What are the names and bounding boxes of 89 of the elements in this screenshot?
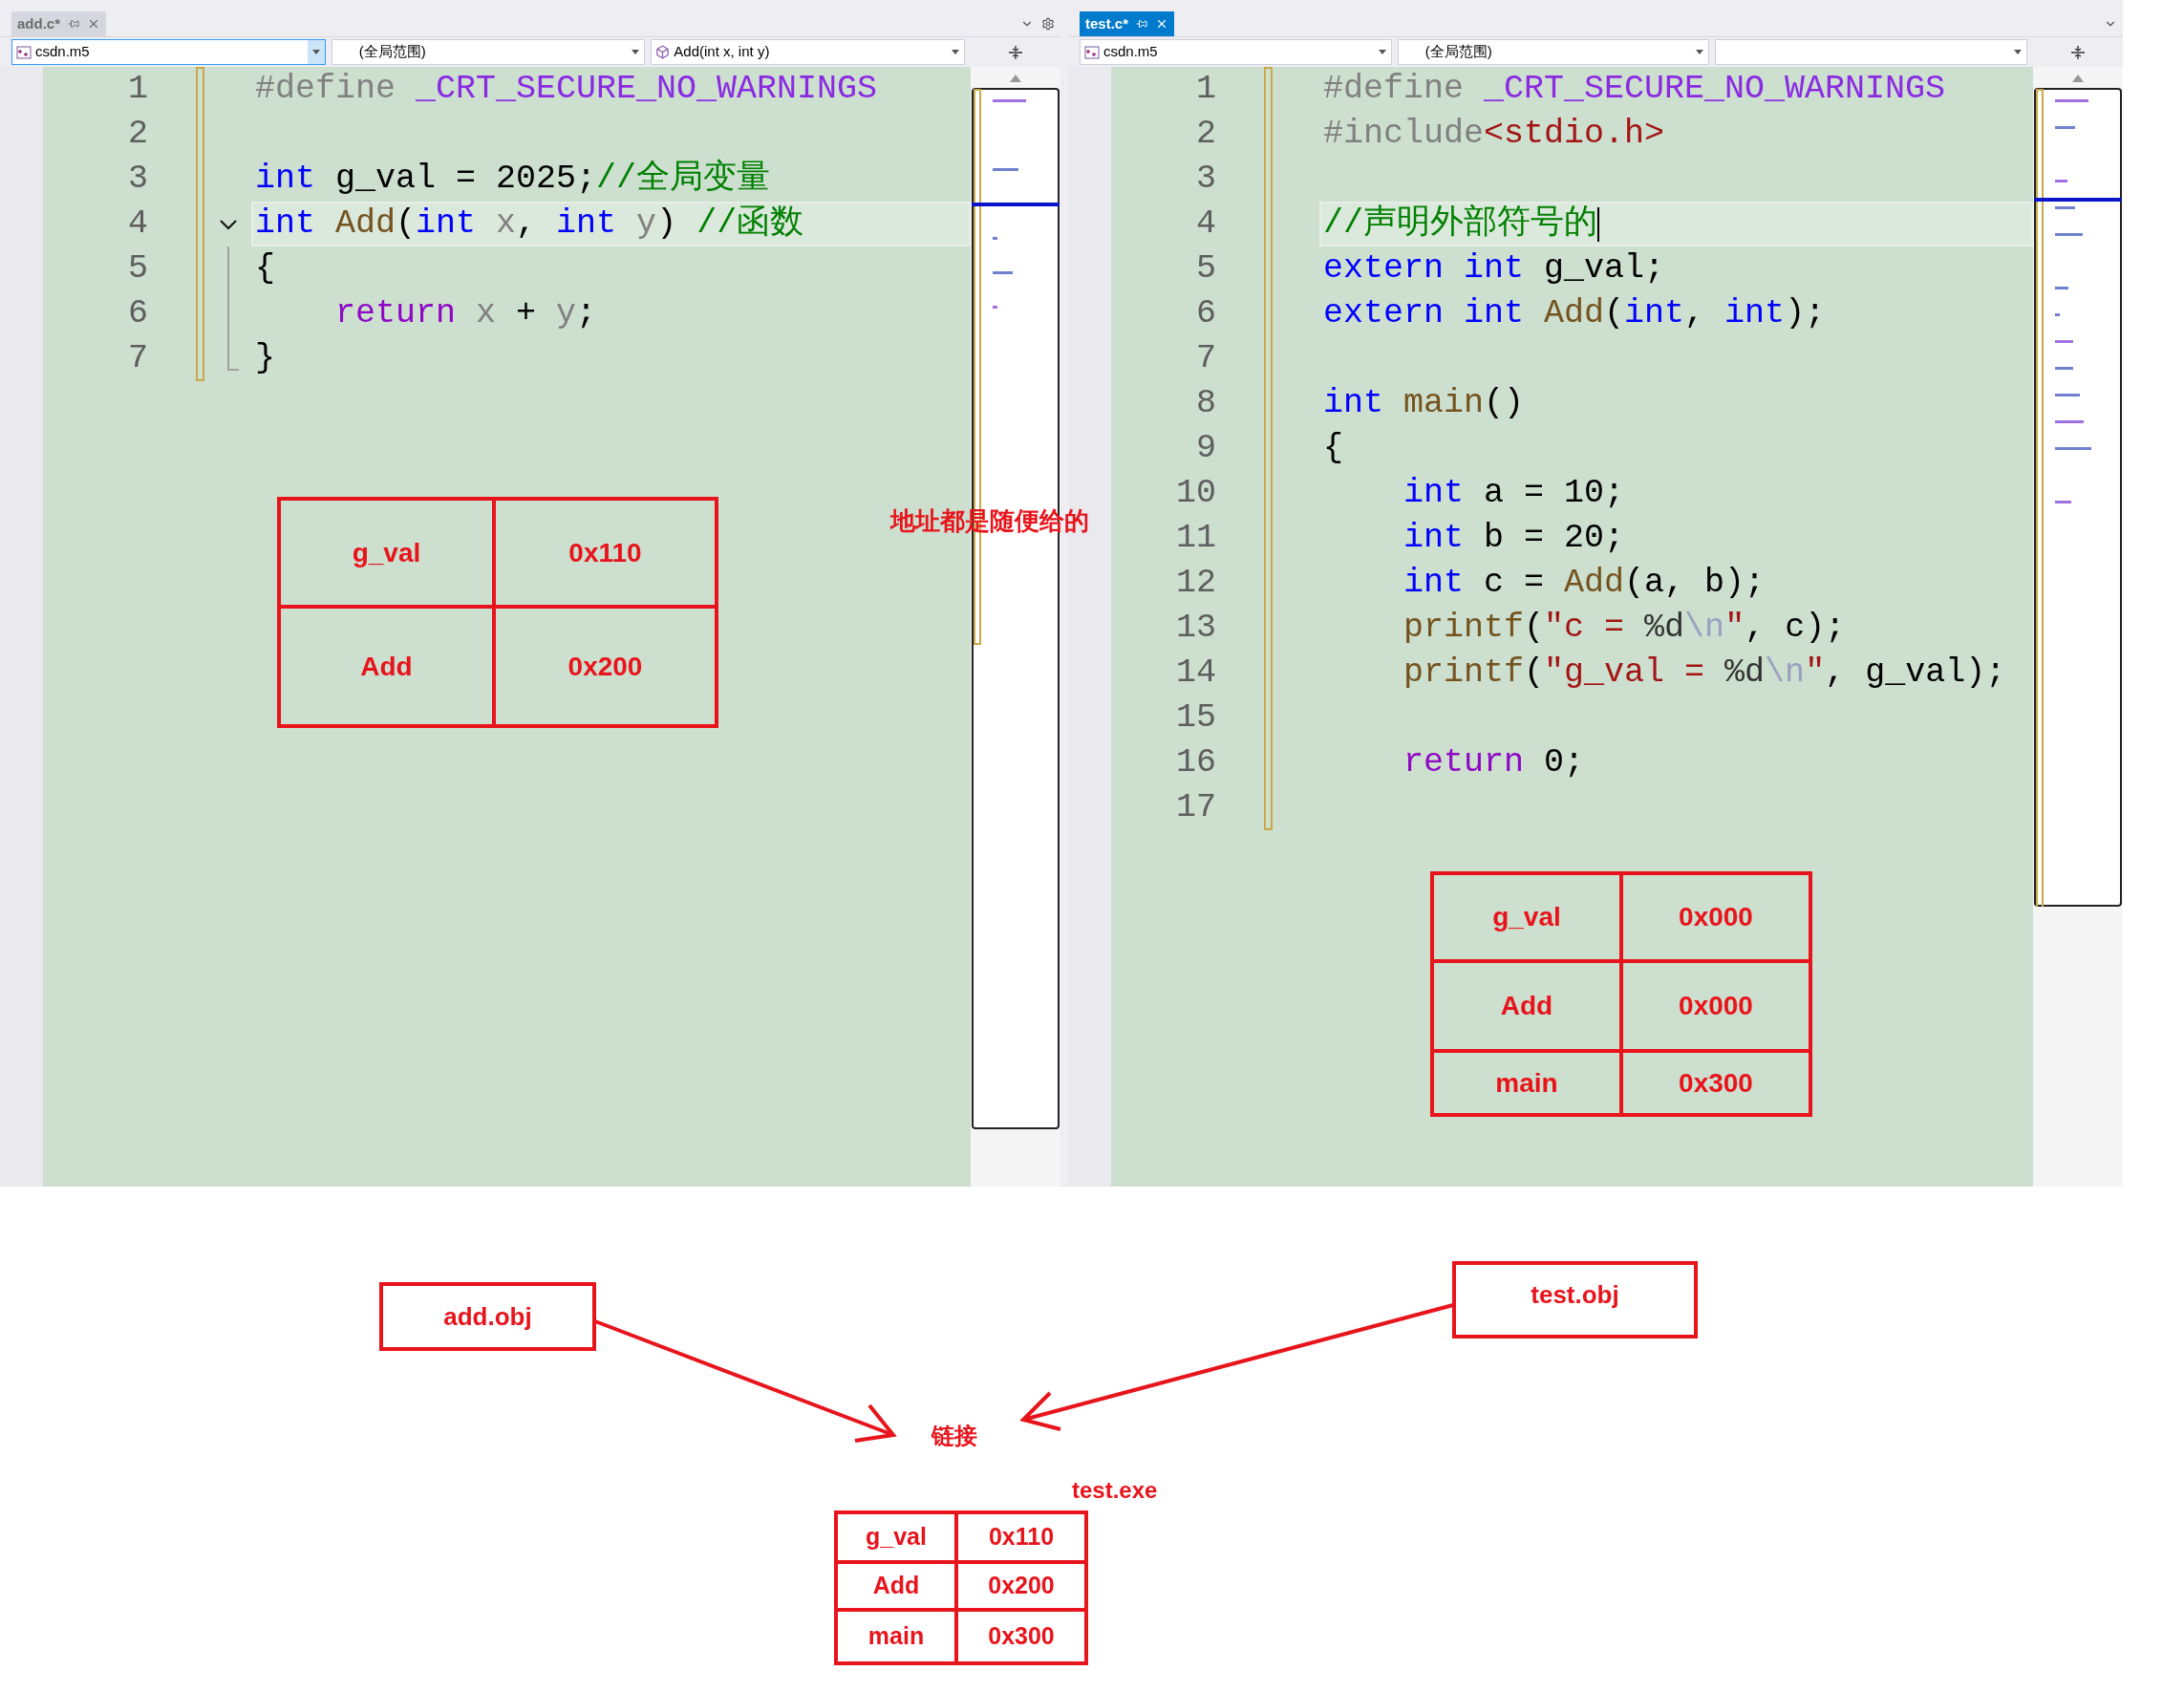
object-file-box: add.obj (379, 1282, 596, 1351)
table-cell: Add (281, 609, 496, 724)
line-number: 14 (1175, 653, 1216, 694)
dropdown[interactable]: (全局范围) (331, 39, 646, 65)
table-cell: main (1434, 1053, 1623, 1113)
text-cursor (1597, 206, 1599, 242)
code-line: return 0; (1402, 742, 1586, 783)
line-number: 4 (1195, 203, 1216, 245)
collapse-icon[interactable] (220, 218, 237, 230)
code-line: { (254, 248, 276, 289)
table-cell-text: 0x000 (1678, 901, 1754, 933)
line-number: 3 (1195, 159, 1216, 200)
code-line: int c = Add(a, b); (1402, 563, 1766, 604)
line-number: 5 (1195, 248, 1216, 289)
caret-icon (632, 50, 640, 54)
line-number: 10 (1175, 473, 1216, 514)
table-cell-text: 0x000 (1678, 990, 1754, 1022)
code-line: { (1322, 428, 1344, 469)
code-line: printf("g_val = %d\n", g_val); (1402, 653, 2007, 694)
project-icon (16, 44, 32, 60)
line-number: 1 (127, 69, 148, 110)
code-line: extern int g_val; (1322, 248, 1666, 289)
line-number: 7 (127, 338, 148, 379)
line-number: 7 (1195, 338, 1216, 379)
code-line: extern int Add(int, int); (1322, 293, 1827, 334)
project-icon (1084, 44, 1100, 60)
code-line: } (254, 338, 276, 379)
line-number: 5 (127, 248, 148, 289)
line-number: 16 (1175, 742, 1216, 783)
line-number: 6 (1195, 293, 1216, 334)
table-cell-text: 0x110 (987, 1522, 1056, 1553)
file-tab[interactable]: add.c* (11, 11, 106, 36)
line-number: 13 (1175, 608, 1216, 649)
line-number: 1 (1195, 69, 1216, 110)
table-cell-text: 0x200 (567, 650, 644, 683)
pin-icon[interactable] (1136, 18, 1148, 30)
table-cell-text: 0x110 (567, 536, 643, 569)
code-line: int a = 10; (1402, 473, 1626, 514)
exe-label: test.exe (1072, 1476, 1158, 1505)
line-number: 9 (1195, 428, 1216, 469)
line-number: 4 (127, 203, 148, 245)
caret-icon (952, 50, 959, 54)
code-line: int g_val = 2025;//全局变量 (254, 158, 772, 200)
close-icon[interactable] (87, 17, 100, 31)
scroll-up-icon[interactable] (1010, 75, 1021, 82)
file-tab[interactable]: test.c* (1080, 11, 1175, 36)
table-cell: g_val (838, 1514, 958, 1560)
table-cell-text: 0x200 (987, 1571, 1056, 1601)
table-cell: g_val (1434, 875, 1623, 959)
link-label: 链接 (931, 1422, 977, 1450)
line-number: 8 (1195, 383, 1216, 424)
caret-icon (2014, 50, 2022, 54)
code-line: #include<stdio.h> (1322, 114, 1666, 155)
caret-icon (1378, 50, 1386, 54)
table-cell: g_val (281, 501, 496, 605)
fold-line (227, 336, 239, 371)
line-number: 12 (1175, 563, 1216, 604)
dropdown[interactable]: csdn.m5 (1080, 39, 1392, 65)
split-icon[interactable] (1008, 44, 1023, 60)
code-line: int main() (1322, 383, 1526, 424)
code-line: return x + y; (334, 293, 598, 334)
line-number: 11 (1175, 518, 1216, 559)
table-cell-text: 0x300 (987, 1621, 1056, 1652)
line-number: 2 (127, 114, 148, 155)
split-icon[interactable] (2070, 44, 2086, 60)
pin-icon[interactable] (68, 18, 79, 30)
line-number: 2 (1195, 114, 1216, 155)
dropdown[interactable]: csdn.m5 (11, 39, 326, 65)
cube-icon (655, 45, 671, 59)
table-cell: main (838, 1612, 958, 1661)
line-number: 15 (1175, 697, 1216, 739)
table-cell: Add (1434, 963, 1623, 1049)
object-file-box: test.obj (1452, 1261, 1698, 1339)
code-line: int b = 20; (1402, 518, 1626, 559)
line-number: 6 (127, 293, 148, 334)
scroll-up-icon[interactable] (2072, 75, 2084, 82)
settings-icon[interactable] (1041, 17, 1055, 31)
caret-icon (1696, 50, 1704, 54)
minimap[interactable] (2034, 88, 2122, 907)
table-cell-text: 0x300 (1678, 1066, 1754, 1100)
dropdown[interactable]: Add(int x, int y) (651, 39, 965, 65)
code-line: printf("c = %d\n", c); (1402, 608, 1847, 649)
table-cell: Add (838, 1564, 958, 1608)
code-line: #define _CRT_SECURE_NO_WARNINGS (1322, 69, 1947, 110)
code-line: #define _CRT_SECURE_NO_WARNINGS (254, 69, 879, 110)
dropdown[interactable]: (全局范围) (1397, 39, 1710, 65)
line-number: 3 (127, 159, 148, 200)
caret-icon (311, 50, 320, 54)
line-number: 17 (1175, 787, 1216, 828)
